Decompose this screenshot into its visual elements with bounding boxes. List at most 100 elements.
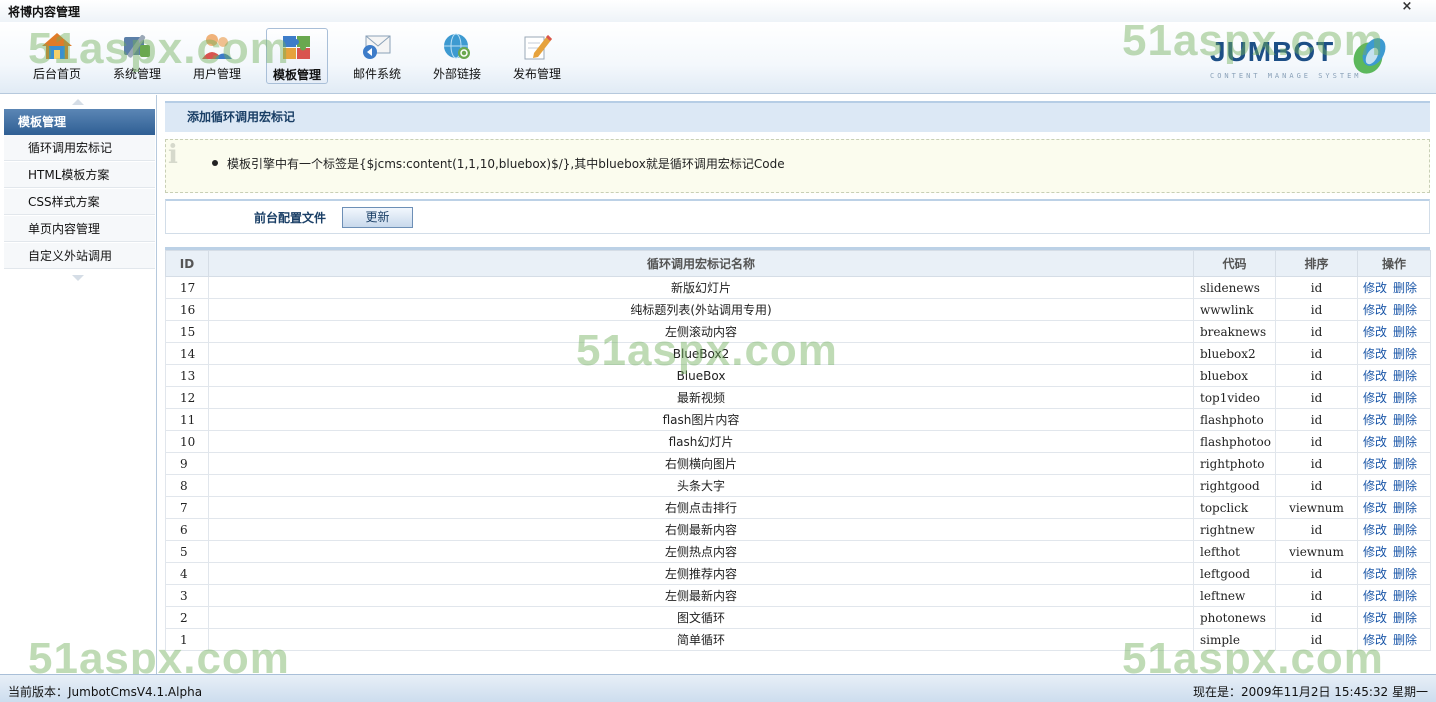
delete-link[interactable]: 删除 — [1393, 281, 1417, 295]
sidebar-item-external-call[interactable]: 自定义外站调用 — [4, 243, 155, 269]
delete-link[interactable]: 删除 — [1393, 325, 1417, 339]
cell-sort: id — [1275, 606, 1358, 629]
delete-link[interactable]: 删除 — [1393, 611, 1417, 625]
cell-sort: id — [1275, 518, 1358, 541]
cell-actions: 修改 删除 — [1357, 496, 1431, 519]
current-datetime: 现在是：2009年11月2日 15:45:32 星期一 — [1193, 685, 1428, 699]
cell-sort: id — [1275, 628, 1358, 651]
header-code[interactable]: 代码 — [1193, 250, 1276, 277]
cell-actions: 修改 删除 — [1357, 386, 1431, 409]
page-title: 添加循环调用宏标记 — [165, 101, 1430, 132]
table-row: 13 BlueBox bluebox id 修改 删除 — [165, 364, 1431, 387]
nav-home[interactable]: 后台首页 — [26, 28, 88, 84]
header-id[interactable]: ID — [165, 250, 209, 277]
table-row: 17 新版幻灯片 slidenews id 修改 删除 — [165, 276, 1431, 299]
nav-system[interactable]: 系统管理 — [106, 28, 168, 84]
cell-actions: 修改 删除 — [1357, 276, 1431, 299]
sidebar-item-single-page[interactable]: 单页内容管理 — [4, 216, 155, 242]
delete-link[interactable]: 删除 — [1393, 523, 1417, 537]
table-row: 4 左侧推荐内容 leftgood id 修改 删除 — [165, 562, 1431, 585]
sidebar-scroll-up-icon[interactable] — [72, 99, 84, 105]
edit-link[interactable]: 修改 — [1363, 545, 1387, 559]
delete-link[interactable]: 删除 — [1393, 567, 1417, 581]
config-row: 前台配置文件 更新 — [165, 199, 1430, 234]
table-row: 15 左侧滚动内容 breaknews id 修改 删除 — [165, 320, 1431, 343]
edit-link[interactable]: 修改 — [1363, 611, 1387, 625]
app-window: 将博内容管理 × 后台首页 系统管理 用户管理 模板管理 邮件系统 外部链接 发… — [0, 0, 1436, 702]
delete-link[interactable]: 删除 — [1393, 633, 1417, 647]
info-icon: i — [168, 140, 178, 170]
jumbot-logo: JUMBOT CONTENT MANAGE SYSTEM — [1208, 32, 1398, 92]
delete-link[interactable]: 删除 — [1393, 545, 1417, 559]
cell-sort: id — [1275, 430, 1358, 453]
edit-link[interactable]: 修改 — [1363, 281, 1387, 295]
nav-users[interactable]: 用户管理 — [186, 28, 248, 84]
delete-link[interactable]: 删除 — [1393, 391, 1417, 405]
edit-link[interactable]: 修改 — [1363, 457, 1387, 471]
cell-actions: 修改 删除 — [1357, 408, 1431, 431]
cell-id: 6 — [165, 518, 209, 541]
cell-code: top1video — [1193, 386, 1276, 409]
nav-mail[interactable]: 邮件系统 — [346, 28, 408, 84]
delete-link[interactable]: 删除 — [1393, 589, 1417, 603]
nav-publish[interactable]: 发布管理 — [506, 28, 568, 84]
cell-code: lefthot — [1193, 540, 1276, 563]
delete-link[interactable]: 删除 — [1393, 435, 1417, 449]
cell-code: rightgood — [1193, 474, 1276, 497]
nav-home-label: 后台首页 — [32, 67, 81, 81]
sidebar-item-css-style[interactable]: CSS样式方案 — [4, 189, 155, 215]
cell-name: flash幻灯片 — [208, 430, 1194, 453]
cell-sort: id — [1275, 562, 1358, 585]
delete-link[interactable]: 删除 — [1393, 501, 1417, 515]
delete-link[interactable]: 删除 — [1393, 479, 1417, 493]
nav-templates[interactable]: 模板管理 — [266, 28, 328, 84]
edit-link[interactable]: 修改 — [1363, 325, 1387, 339]
edit-link[interactable]: 修改 — [1363, 435, 1387, 449]
cell-name: 头条大字 — [208, 474, 1194, 497]
edit-link[interactable]: 修改 — [1363, 413, 1387, 427]
edit-link[interactable]: 修改 — [1363, 479, 1387, 493]
delete-link[interactable]: 删除 — [1393, 413, 1417, 427]
edit-link[interactable]: 修改 — [1363, 589, 1387, 603]
delete-link[interactable]: 删除 — [1393, 369, 1417, 383]
cell-code: breaknews — [1193, 320, 1276, 343]
cell-code: flashphoto — [1193, 408, 1276, 431]
nav-templates-label: 模板管理 — [272, 68, 321, 82]
cell-actions: 修改 删除 — [1357, 430, 1431, 453]
edit-link[interactable]: 修改 — [1363, 369, 1387, 383]
edit-link[interactable]: 修改 — [1363, 523, 1387, 537]
sidebar-scroll-down-icon[interactable] — [72, 275, 84, 281]
close-button[interactable]: × — [1396, 0, 1418, 14]
status-bar: 当前版本：JumbotCmsV4.1.Alpha 现在是：2009年11月2日 … — [0, 674, 1436, 702]
header-name[interactable]: 循环调用宏标记名称 — [208, 250, 1194, 277]
sidebar-item-loop-macro[interactable]: 循环调用宏标记 — [4, 135, 155, 161]
edit-link[interactable]: 修改 — [1363, 391, 1387, 405]
delete-link[interactable]: 删除 — [1393, 303, 1417, 317]
cell-id: 11 — [165, 408, 209, 431]
cell-actions: 修改 删除 — [1357, 584, 1431, 607]
app-title: 将博内容管理 — [8, 5, 81, 19]
edit-link[interactable]: 修改 — [1363, 633, 1387, 647]
cell-actions: 修改 删除 — [1357, 474, 1431, 497]
cell-id: 5 — [165, 540, 209, 563]
header-sort[interactable]: 排序 — [1275, 250, 1358, 277]
cell-name: 右侧点击排行 — [208, 496, 1194, 519]
nav-links-label: 外部链接 — [432, 67, 481, 81]
edit-link[interactable]: 修改 — [1363, 347, 1387, 361]
sidebar-item-html-template[interactable]: HTML模板方案 — [4, 162, 155, 188]
delete-link[interactable]: 删除 — [1393, 347, 1417, 361]
cell-name: 左侧最新内容 — [208, 584, 1194, 607]
macro-table: ID 循环调用宏标记名称 代码 排序 操作 17 新版幻灯片 slidenews id… — [165, 250, 1431, 651]
cell-id: 1 — [165, 628, 209, 651]
puzzle-icon — [280, 32, 314, 62]
refresh-button[interactable]: 更新 — [342, 207, 413, 228]
delete-link[interactable]: 删除 — [1393, 457, 1417, 471]
table-body: 17 新版幻灯片 slidenews id 修改 删除 16 纯标题列表(外站调用专用) www… — [165, 276, 1431, 651]
cell-id: 14 — [165, 342, 209, 365]
edit-link[interactable]: 修改 — [1363, 501, 1387, 515]
edit-link[interactable]: 修改 — [1363, 303, 1387, 317]
edit-link[interactable]: 修改 — [1363, 567, 1387, 581]
table-row: 1 简单循环 simple id 修改 删除 — [165, 628, 1431, 651]
table-row: 5 左侧热点内容 lefthot viewnum 修改 删除 — [165, 540, 1431, 563]
nav-links[interactable]: 外部链接 — [426, 28, 488, 84]
